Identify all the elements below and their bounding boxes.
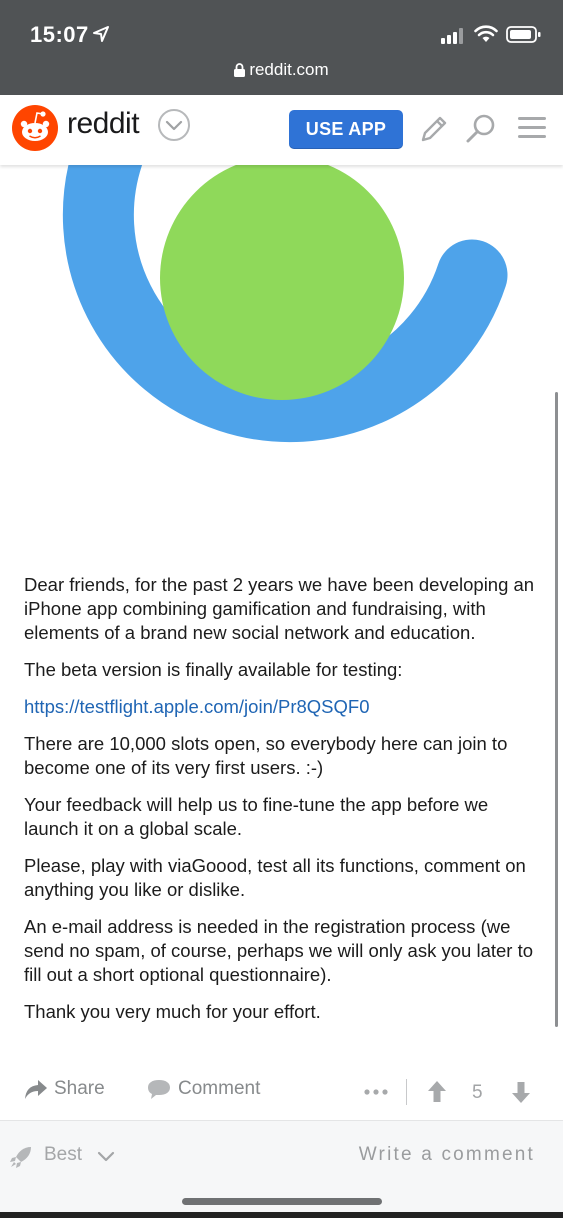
scrollbar[interactable]: [555, 392, 558, 1027]
post-actions: Share Comment 5: [0, 1070, 563, 1120]
menu-icon[interactable]: [518, 115, 546, 141]
location-arrow-icon: [93, 26, 109, 42]
signal-icon: [441, 28, 463, 44]
community-dropdown[interactable]: [158, 109, 190, 141]
url-text: reddit.com: [249, 60, 329, 79]
testflight-link[interactable]: https://testflight.apple.com/join/Pr8QSQ…: [24, 696, 370, 717]
use-app-button[interactable]: USE APP: [289, 110, 403, 149]
post-image[interactable]: [0, 165, 563, 545]
status-time: 15:07: [30, 22, 89, 47]
chevron-down-icon: [165, 120, 183, 131]
app-logo-graphic: [62, 165, 508, 443]
battery-icon: [506, 26, 541, 43]
reddit-logo-icon[interactable]: [12, 105, 58, 151]
comment-icon: [148, 1080, 170, 1099]
action-divider: [406, 1079, 407, 1105]
vote-score: 5: [472, 1082, 483, 1103]
post-paragraph: Your feedback will help us to fine-tune …: [24, 794, 489, 839]
pencil-icon[interactable]: [418, 113, 450, 145]
home-indicator[interactable]: [182, 1198, 382, 1205]
status-bar: 15:07 reddit.com: [0, 0, 563, 95]
wifi-icon: [474, 25, 498, 42]
post-paragraph: Dear friends, for the past 2 years we ha…: [24, 574, 535, 643]
post-body: Dear friends, for the past 2 years we ha…: [24, 573, 544, 1037]
rocket-icon: [10, 1147, 31, 1168]
post-paragraph: There are 10,000 slots open, so everybod…: [24, 733, 508, 778]
upvote-icon[interactable]: [427, 1080, 447, 1104]
post-paragraph: An e-mail address is needed in the regis…: [24, 916, 534, 985]
share-button[interactable]: Share: [24, 1078, 105, 1100]
post-paragraph: Please, play with viaGoood, test all its…: [24, 855, 526, 900]
url-bar[interactable]: reddit.com: [0, 60, 563, 80]
share-icon: [25, 1080, 47, 1099]
write-comment-input[interactable]: Write a comment: [359, 1144, 535, 1166]
site-header: reddit USE APP: [0, 95, 563, 165]
screen-edge: [0, 1212, 563, 1218]
post-paragraph: The beta version is finally available fo…: [24, 659, 403, 680]
chevron-down-icon[interactable]: [97, 1151, 115, 1163]
brand-wordmark[interactable]: reddit: [67, 107, 140, 141]
sort-label[interactable]: Best: [44, 1144, 82, 1166]
search-icon[interactable]: [464, 113, 498, 147]
post-paragraph: Thank you very much for your effort.: [24, 1001, 321, 1022]
comment-button[interactable]: Comment: [146, 1078, 260, 1100]
downvote-icon[interactable]: [511, 1080, 531, 1104]
more-icon[interactable]: [363, 1080, 389, 1104]
lock-icon: [234, 63, 246, 77]
